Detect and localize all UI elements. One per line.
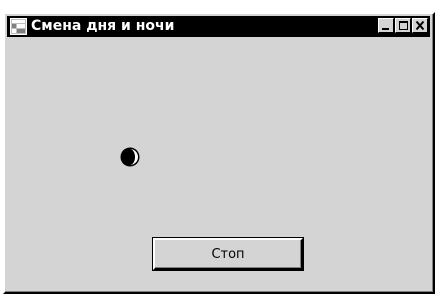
moon-phase-icon: [119, 146, 141, 168]
app-icon[interactable]: [10, 18, 27, 35]
window-title: Смена дня и ночи: [31, 18, 175, 34]
stop-button[interactable]: Стоп: [153, 238, 303, 270]
close-button[interactable]: [412, 18, 428, 33]
title-bar[interactable]: Смена дня и ночи: [7, 16, 430, 37]
minimize-button[interactable]: [378, 18, 394, 33]
minimize-icon: [382, 28, 389, 30]
client-area: Стоп: [7, 39, 430, 289]
maximize-icon: [399, 21, 408, 30]
maximize-button[interactable]: [395, 18, 411, 33]
app-window: Смена дня и ночи Стоп: [3, 12, 435, 294]
close-icon: [415, 20, 425, 31]
